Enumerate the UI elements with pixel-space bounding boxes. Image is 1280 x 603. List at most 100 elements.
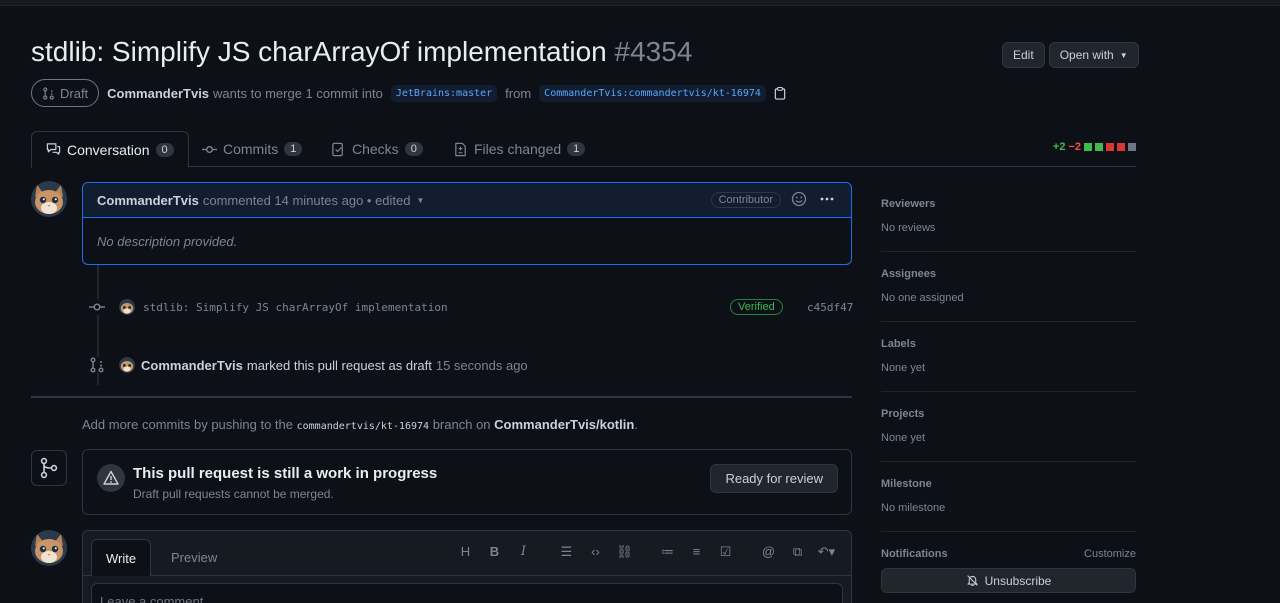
author-link[interactable]: CommanderTvis: [107, 86, 209, 101]
heading-icon[interactable]: H: [451, 544, 480, 560]
tab-checks[interactable]: Checks 0: [331, 131, 423, 167]
file-diff-icon: [455, 142, 466, 156]
deletions-count: −2: [1068, 141, 1081, 153]
tab-commits[interactable]: Commits 1: [202, 131, 303, 167]
sidebar-notifications: Notifications Customize: [881, 532, 1136, 560]
page-title: stdlib: Simplify JS charArrayOf implemen…: [31, 36, 692, 68]
tasklist-icon[interactable]: ☑: [711, 544, 740, 560]
comment-textarea[interactable]: Leave a comment: [91, 583, 843, 603]
bold-icon[interactable]: B: [480, 544, 509, 560]
pr-number: #4354: [614, 36, 693, 67]
pr-title: stdlib: Simplify JS charArrayOf implemen…: [31, 36, 607, 67]
link-icon[interactable]: ⛓: [610, 544, 639, 560]
sidebar-value: None yet: [881, 432, 926, 444]
tab-label: Conversation: [67, 141, 150, 158]
checklist-icon: [332, 142, 343, 156]
unordered-list-icon[interactable]: ≔: [653, 544, 682, 560]
smiley-icon[interactable]: [791, 191, 807, 207]
verified-badge[interactable]: Verified: [730, 299, 783, 315]
commit-message[interactable]: stdlib: Simplify JS charArrayOf implemen…: [143, 301, 448, 314]
tab-preview[interactable]: Preview: [157, 539, 231, 576]
tab-label: Commits: [223, 141, 279, 157]
draft-event: CommanderTvis marked this pull request a…: [89, 357, 528, 373]
comment-editor: Write Preview H B I ☰ ‹› ⛓ ≔ ≡ ☑ @ ⧉ ↶▾ …: [82, 530, 852, 603]
tab-write[interactable]: Write: [91, 539, 152, 576]
event-time[interactable]: 15 seconds ago: [436, 358, 528, 373]
sidebar-title: Notifications: [881, 548, 948, 560]
caret-down-icon[interactable]: ▼: [417, 196, 425, 205]
italic-icon[interactable]: I: [509, 544, 538, 560]
sidebar-title: Labels: [881, 338, 916, 350]
open-with-label: Open with: [1059, 48, 1114, 62]
commit-event: stdlib: Simplify JS charArrayOf implemen…: [89, 299, 448, 315]
sidebar-reviewers[interactable]: Reviewers No reviews: [881, 182, 1136, 252]
sidebar-value: No milestone: [881, 502, 946, 514]
alert-icon: [97, 464, 125, 492]
open-with-button[interactable]: Open with ▼: [1048, 42, 1139, 68]
caret-down-icon: ▼: [1119, 50, 1128, 60]
top-bar: [0, 0, 1280, 6]
pr-tabs: Conversation 0 Commits 1 Checks 0 Files …: [31, 131, 1136, 168]
git-commit-icon: [202, 145, 217, 153]
tab-conversation[interactable]: Conversation 0: [31, 131, 189, 168]
diffstat-block: [1117, 143, 1125, 151]
quote-icon[interactable]: ☰: [552, 544, 581, 560]
timeline-divider: [31, 396, 852, 398]
tab-files-changed[interactable]: Files changed 1: [453, 131, 586, 167]
hint-suffix: .: [634, 417, 638, 432]
sidebar-value: No reviews: [881, 222, 936, 234]
avatar[interactable]: [31, 181, 67, 217]
unsubscribe-button[interactable]: Unsubscribe: [881, 568, 1136, 593]
merge-status-icon: [31, 450, 67, 486]
mention-icon[interactable]: @: [754, 544, 783, 560]
sidebar-labels[interactable]: Labels None yet: [881, 322, 1136, 392]
sidebar-title: Milestone: [881, 478, 932, 490]
ready-for-review-button[interactable]: Ready for review: [710, 464, 838, 493]
contributor-badge: Contributor: [710, 192, 781, 208]
tab-counter: 0: [404, 142, 423, 156]
avatar[interactable]: [119, 357, 135, 373]
tab-counter: 0: [155, 142, 174, 157]
kebab-horizontal-icon[interactable]: [819, 191, 835, 207]
unsubscribe-label: Unsubscribe: [984, 573, 1052, 588]
draft-label: Draft: [60, 85, 89, 101]
hint-repo[interactable]: CommanderTvis/kotlin: [494, 417, 634, 432]
add-more-commits-hint: Add more commits by pushing to the comma…: [82, 417, 638, 432]
tab-label: Checks: [352, 141, 399, 157]
header-actions: Edit Open with ▼: [1002, 42, 1139, 68]
avatar[interactable]: [119, 299, 135, 315]
sidebar-milestone[interactable]: Milestone No milestone: [881, 462, 1136, 532]
cross-reference-icon[interactable]: ⧉: [783, 544, 812, 560]
pr-sidebar: Reviewers No reviews Assignees No one as…: [881, 182, 1136, 593]
edit-label: Edit: [1013, 48, 1034, 62]
copy-icon[interactable]: [774, 86, 786, 100]
sidebar-assignees[interactable]: Assignees No one assigned: [881, 252, 1136, 322]
sidebar-title: Reviewers: [881, 198, 936, 210]
comment-body: No description provided.: [97, 234, 238, 249]
diffstat-block: [1128, 143, 1136, 151]
comment-author[interactable]: CommanderTvis: [97, 193, 199, 208]
avatar[interactable]: [31, 530, 67, 566]
diffstat-block: [1106, 143, 1114, 151]
sidebar-projects[interactable]: Projects None yet: [881, 392, 1136, 462]
customize-link[interactable]: Customize: [1084, 548, 1136, 560]
reply-icon[interactable]: ↶▾: [812, 544, 841, 560]
diffstat-block: [1084, 143, 1092, 151]
additions-count: +2: [1052, 141, 1066, 153]
head-branch[interactable]: CommanderTvis:commandertvis/kt-16974: [539, 84, 766, 102]
base-branch[interactable]: JetBrains:master: [390, 84, 498, 102]
event-actor[interactable]: CommanderTvis: [141, 358, 243, 373]
sidebar-value: No one assigned: [881, 292, 964, 304]
hint-branch: commandertvis/kt-16974: [296, 421, 430, 432]
draft-merge-box: This pull request is still a work in pro…: [82, 449, 852, 515]
editor-tabs: Write Preview H B I ☰ ‹› ⛓ ≔ ≡ ☑ @ ⧉ ↶▾: [83, 531, 851, 576]
git-commit-icon: [89, 299, 105, 315]
diffstat-block: [1095, 143, 1103, 151]
commit-sha[interactable]: c45df47: [807, 301, 853, 314]
hint-middle: branch on: [432, 417, 491, 432]
tab-label: Files changed: [474, 141, 562, 157]
git-pull-request-draft-icon: [43, 86, 54, 100]
edit-button[interactable]: Edit: [1002, 42, 1045, 68]
ordered-list-icon[interactable]: ≡: [682, 544, 711, 560]
code-icon[interactable]: ‹›: [581, 544, 610, 560]
